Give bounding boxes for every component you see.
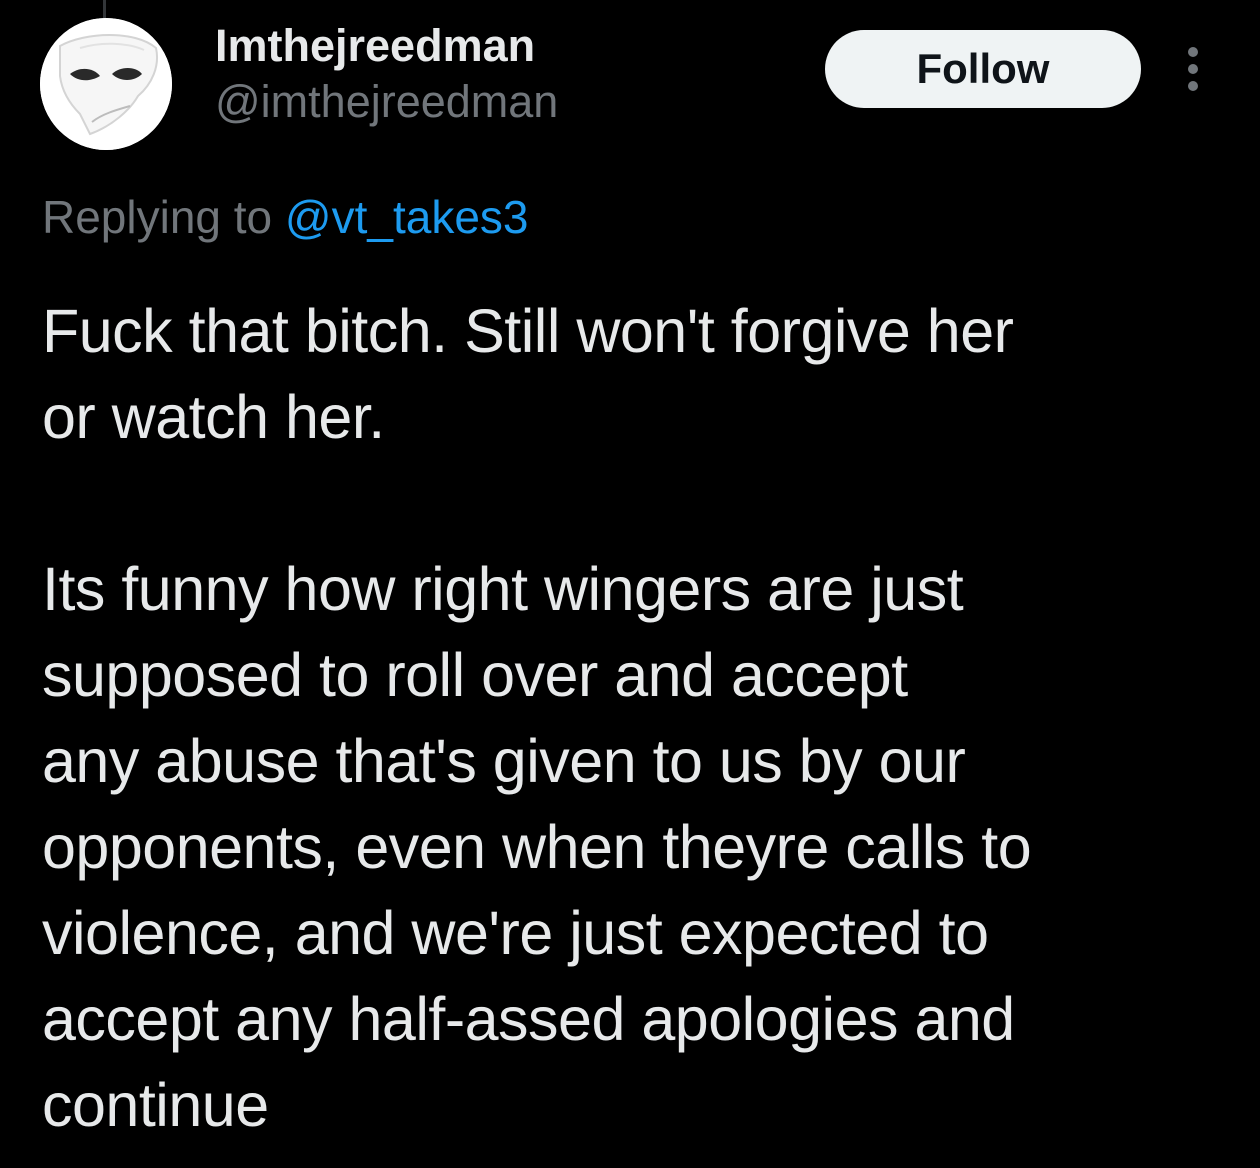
author-names: Imthejreedman @imthejreedman	[215, 18, 558, 130]
more-options-button[interactable]	[1178, 44, 1208, 94]
theater-mask-icon	[40, 18, 172, 150]
reply-mention-link[interactable]: @vt_takes3	[285, 191, 529, 243]
thread-connector-line	[103, 0, 106, 18]
replying-to-label: Replying to	[42, 191, 285, 243]
tweet-paragraph-1: Fuck that bitch. Still won't forgive her…	[42, 297, 1014, 451]
tweet-paragraph-2: Its funny how right wingers are just sup…	[42, 555, 1032, 1139]
author-handle[interactable]: @imthejreedman	[215, 74, 558, 130]
tweet-header: Imthejreedman @imthejreedman Follow	[40, 18, 1230, 153]
replying-to-line: Replying to @vt_takes3	[42, 188, 529, 246]
follow-button[interactable]: Follow	[825, 30, 1141, 108]
vertical-ellipsis-icon	[1188, 47, 1198, 91]
avatar[interactable]	[40, 18, 172, 150]
author-display-name[interactable]: Imthejreedman	[215, 18, 558, 74]
tweet-text: Fuck that bitch. Still won't forgive her…	[42, 288, 1232, 1148]
